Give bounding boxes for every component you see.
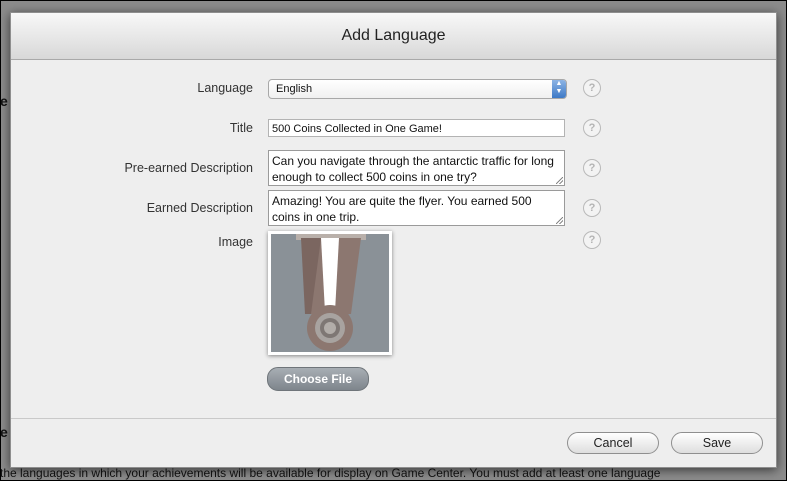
- dialog-header: Add Language: [11, 13, 776, 60]
- save-button[interactable]: Save: [671, 432, 763, 454]
- language-select-value: English: [276, 83, 313, 95]
- pre-earned-description-text: Can you navigate through the antarctic t…: [272, 154, 554, 184]
- image-help-icon[interactable]: ?: [583, 231, 601, 249]
- select-arrows-icon: ▲ ▼: [552, 80, 566, 98]
- background-text-fragment: e: [0, 424, 8, 440]
- title-label: Title: [229, 121, 253, 135]
- choose-file-button[interactable]: Choose File: [267, 367, 369, 391]
- dialog-body: Language English ▲ ▼ ? Title 500 Coins Co…: [11, 60, 776, 418]
- pre-earned-description-label: Pre-earned Description: [124, 161, 253, 175]
- earned-description-text: Amazing! You are quite the flyer. You ea…: [272, 194, 532, 224]
- cancel-button[interactable]: Cancel: [567, 432, 659, 454]
- achievement-image: [268, 231, 392, 355]
- dialog-footer: Cancel Save: [11, 418, 776, 467]
- language-select[interactable]: English ▲ ▼: [268, 79, 567, 99]
- language-help-icon[interactable]: ?: [583, 79, 601, 97]
- pre-earned-help-icon[interactable]: ?: [583, 159, 601, 177]
- medal-icon: [271, 234, 389, 352]
- resize-handle-icon[interactable]: [556, 177, 563, 184]
- add-language-dialog: Add Language Language English ▲ ▼ ? Title…: [10, 12, 777, 468]
- background-text-fragment: e: [0, 93, 8, 109]
- earned-description-label: Earned Description: [146, 201, 253, 215]
- title-help-icon[interactable]: ?: [583, 119, 601, 137]
- dialog-title: Add Language: [341, 27, 446, 44]
- pre-earned-description-textarea[interactable]: Can you navigate through the antarctic t…: [268, 150, 565, 186]
- medal-image-frame: [271, 234, 389, 352]
- earned-description-textarea[interactable]: Amazing! You are quite the flyer. You ea…: [268, 190, 565, 226]
- earned-help-icon[interactable]: ?: [583, 199, 601, 217]
- title-input[interactable]: 500 Coins Collected in One Game!: [268, 119, 565, 137]
- language-label: Language: [197, 81, 253, 95]
- resize-handle-icon[interactable]: [556, 217, 563, 224]
- image-label: Image: [218, 235, 253, 249]
- background-paragraph: the languages in which your achievements…: [0, 466, 661, 480]
